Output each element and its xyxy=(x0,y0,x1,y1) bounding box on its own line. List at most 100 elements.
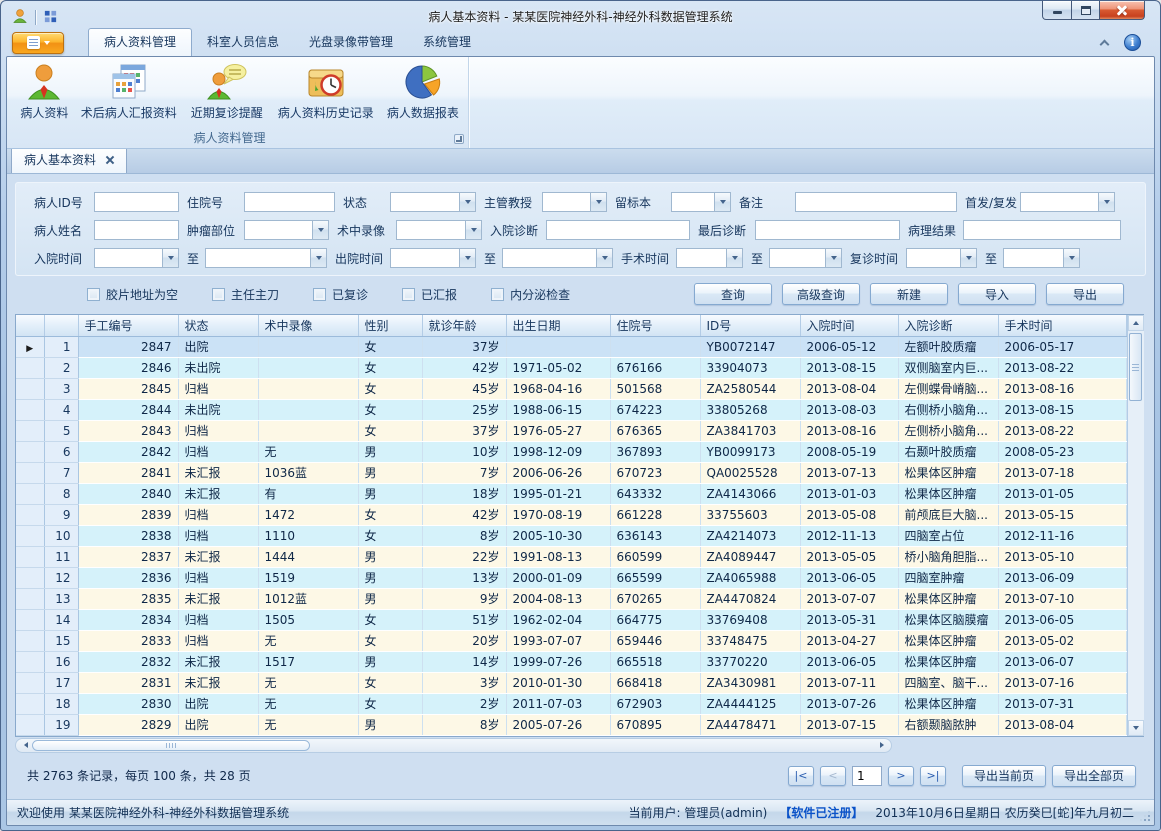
filter-combo[interactable] xyxy=(906,248,977,268)
combo-dropdown-button[interactable] xyxy=(459,192,476,212)
table-row[interactable]: 22846未出院女42岁1971-05-02676166339040732013… xyxy=(16,357,1126,378)
column-header[interactable]: 性别 xyxy=(358,315,422,336)
table-row[interactable]: 162832未汇报1517男14岁1999-07-266655183377022… xyxy=(16,651,1126,672)
horizontal-scrollbar[interactable] xyxy=(15,738,892,753)
column-header[interactable]: 状态 xyxy=(178,315,258,336)
ribbon-tab-1[interactable]: 病人资料管理 xyxy=(88,28,192,56)
filter-combo[interactable] xyxy=(244,220,329,240)
query-button[interactable]: 查询 xyxy=(694,283,772,305)
first-page-button[interactable]: |< xyxy=(788,766,814,786)
table-row[interactable]: 92839归档1472女42岁1970-08-19661228337556032… xyxy=(16,504,1126,525)
column-header[interactable]: 手术时间 xyxy=(998,315,1126,336)
checkbox-filter-4[interactable]: 已汇报 xyxy=(402,286,457,303)
page-number-input[interactable] xyxy=(852,766,882,786)
vertical-scrollbar[interactable] xyxy=(1127,315,1144,736)
filter-combo[interactable] xyxy=(390,248,476,268)
scroll-left-button[interactable] xyxy=(19,742,32,748)
new-button[interactable]: 新建 xyxy=(870,283,948,305)
table-row[interactable]: 102838归档1110女8岁2005-10-30636143ZA4214073… xyxy=(16,525,1126,546)
filter-text-input[interactable] xyxy=(795,192,957,212)
ribbon-button-2[interactable]: 术后病人汇报资料 xyxy=(76,60,182,128)
table-row[interactable]: 112837未汇报1444男22岁1991-08-13660599ZA40894… xyxy=(16,546,1126,567)
combo-dropdown-button[interactable] xyxy=(825,248,842,268)
export-current-page-button[interactable]: 导出当前页 xyxy=(962,765,1046,787)
filter-combo[interactable] xyxy=(769,248,842,268)
filter-combo[interactable] xyxy=(671,192,731,212)
column-header[interactable]: 手工编号 xyxy=(78,315,178,336)
info-icon[interactable]: i xyxy=(1124,34,1141,51)
combo-dropdown-button[interactable] xyxy=(960,248,977,268)
scroll-up-button[interactable] xyxy=(1128,315,1144,331)
table-row[interactable]: 152833归档无女20岁1993-07-0765944633748475201… xyxy=(16,630,1126,651)
filter-combo[interactable] xyxy=(94,248,179,268)
ribbon-button-3[interactable]: 近期复诊提醒 xyxy=(182,60,272,128)
filter-combo[interactable] xyxy=(502,248,613,268)
filter-combo[interactable] xyxy=(1003,248,1080,268)
ribbon-tab-4[interactable]: 系统管理 xyxy=(408,28,486,56)
combo-dropdown-button[interactable] xyxy=(162,248,179,268)
checkbox-filter-2[interactable]: 主任主刀 xyxy=(212,286,279,303)
checkbox-icon[interactable] xyxy=(402,288,415,301)
maximize-button[interactable] xyxy=(1072,1,1100,20)
table-row[interactable]: 172831未汇报无女3岁2010-01-30668418ZA343098120… xyxy=(16,672,1126,693)
filter-text-input[interactable] xyxy=(94,220,179,240)
column-header[interactable]: 术中录像 xyxy=(258,315,358,336)
combo-dropdown-button[interactable] xyxy=(590,192,607,212)
filter-combo[interactable] xyxy=(676,248,743,268)
close-button[interactable] xyxy=(1100,1,1145,20)
checkbox-filter-1[interactable]: 胶片地址为空 xyxy=(87,286,178,303)
ribbon-tab-2[interactable]: 科室人员信息 xyxy=(192,28,294,56)
quick-access-forms-icon[interactable] xyxy=(43,9,58,27)
table-row[interactable]: 82840未汇报有男18岁1995-01-21643332ZA414306620… xyxy=(16,483,1126,504)
advanced-query-button[interactable]: 高级查询 xyxy=(782,283,860,305)
checkbox-icon[interactable] xyxy=(491,288,504,301)
combo-dropdown-button[interactable] xyxy=(596,248,613,268)
table-row[interactable]: 182830出院无女2岁2011-07-03672903ZA4444125201… xyxy=(16,693,1126,714)
collapse-ribbon-chevron-icon[interactable] xyxy=(1100,39,1110,49)
next-page-button[interactable]: > xyxy=(888,766,914,786)
minimize-button[interactable] xyxy=(1042,1,1072,20)
filter-combo[interactable] xyxy=(1020,192,1115,212)
table-row[interactable]: 62842归档无男10岁1998-12-09367893YB0099173200… xyxy=(16,441,1126,462)
column-header[interactable]: ID号 xyxy=(700,315,800,336)
combo-dropdown-button[interactable] xyxy=(312,220,329,240)
table-row[interactable]: 192829出院无男8岁2005-07-26670895ZA4478471201… xyxy=(16,714,1126,735)
ribbon-tab-3[interactable]: 光盘录像带管理 xyxy=(294,28,408,56)
column-header[interactable]: 住院号 xyxy=(610,315,700,336)
resize-grip-icon[interactable] xyxy=(1148,819,1150,821)
document-tab[interactable]: 病人基本资料 xyxy=(11,146,127,173)
table-row[interactable]: 72841未汇报1036蓝男7岁2006-06-26670723QA002552… xyxy=(16,462,1126,483)
scroll-down-button[interactable] xyxy=(1128,720,1144,736)
filter-text-input[interactable] xyxy=(963,220,1121,240)
last-page-button[interactable]: >| xyxy=(920,766,946,786)
filter-combo[interactable] xyxy=(205,248,327,268)
checkbox-icon[interactable] xyxy=(212,288,225,301)
checkbox-filter-5[interactable]: 内分泌检查 xyxy=(491,286,570,303)
import-button[interactable]: 导入 xyxy=(958,283,1036,305)
combo-dropdown-button[interactable] xyxy=(1098,192,1115,212)
table-row[interactable]: ▶12847出院女37岁YB00721472006-05-12左额叶胶质瘤200… xyxy=(16,336,1126,357)
combo-dropdown-button[interactable] xyxy=(310,248,327,268)
filter-text-input[interactable] xyxy=(94,192,179,212)
export-button[interactable]: 导出 xyxy=(1046,283,1124,305)
column-header[interactable]: 入院诊断 xyxy=(898,315,998,336)
filter-combo[interactable] xyxy=(396,220,482,240)
table-row[interactable]: 122836归档1519男13岁2000-01-09665599ZA406598… xyxy=(16,567,1126,588)
prev-page-button[interactable]: < xyxy=(820,766,846,786)
table-row[interactable]: 132835未汇报1012蓝男9岁2004-08-13670265ZA44708… xyxy=(16,588,1126,609)
scroll-right-button[interactable] xyxy=(875,742,888,748)
checkbox-icon[interactable] xyxy=(87,288,100,301)
ribbon-button-5[interactable]: 病人数据报表 xyxy=(380,60,466,128)
ribbon-button-1[interactable]: 病人资料 xyxy=(13,60,76,128)
filter-text-input[interactable] xyxy=(546,220,690,240)
table-row[interactable]: 142834归档1505女51岁1962-02-0466477533769408… xyxy=(16,609,1126,630)
checkbox-filter-3[interactable]: 已复诊 xyxy=(313,286,368,303)
close-tab-icon[interactable] xyxy=(106,156,114,164)
column-header[interactable]: 入院时间 xyxy=(800,315,898,336)
horizontal-scroll-thumb[interactable] xyxy=(32,740,310,751)
combo-dropdown-button[interactable] xyxy=(459,248,476,268)
filter-combo[interactable] xyxy=(542,192,607,212)
table-row[interactable]: 52843归档女37岁1976-05-27676365ZA38417032013… xyxy=(16,420,1126,441)
export-all-pages-button[interactable]: 导出全部页 xyxy=(1052,765,1136,787)
column-header[interactable]: 就诊年龄 xyxy=(422,315,506,336)
